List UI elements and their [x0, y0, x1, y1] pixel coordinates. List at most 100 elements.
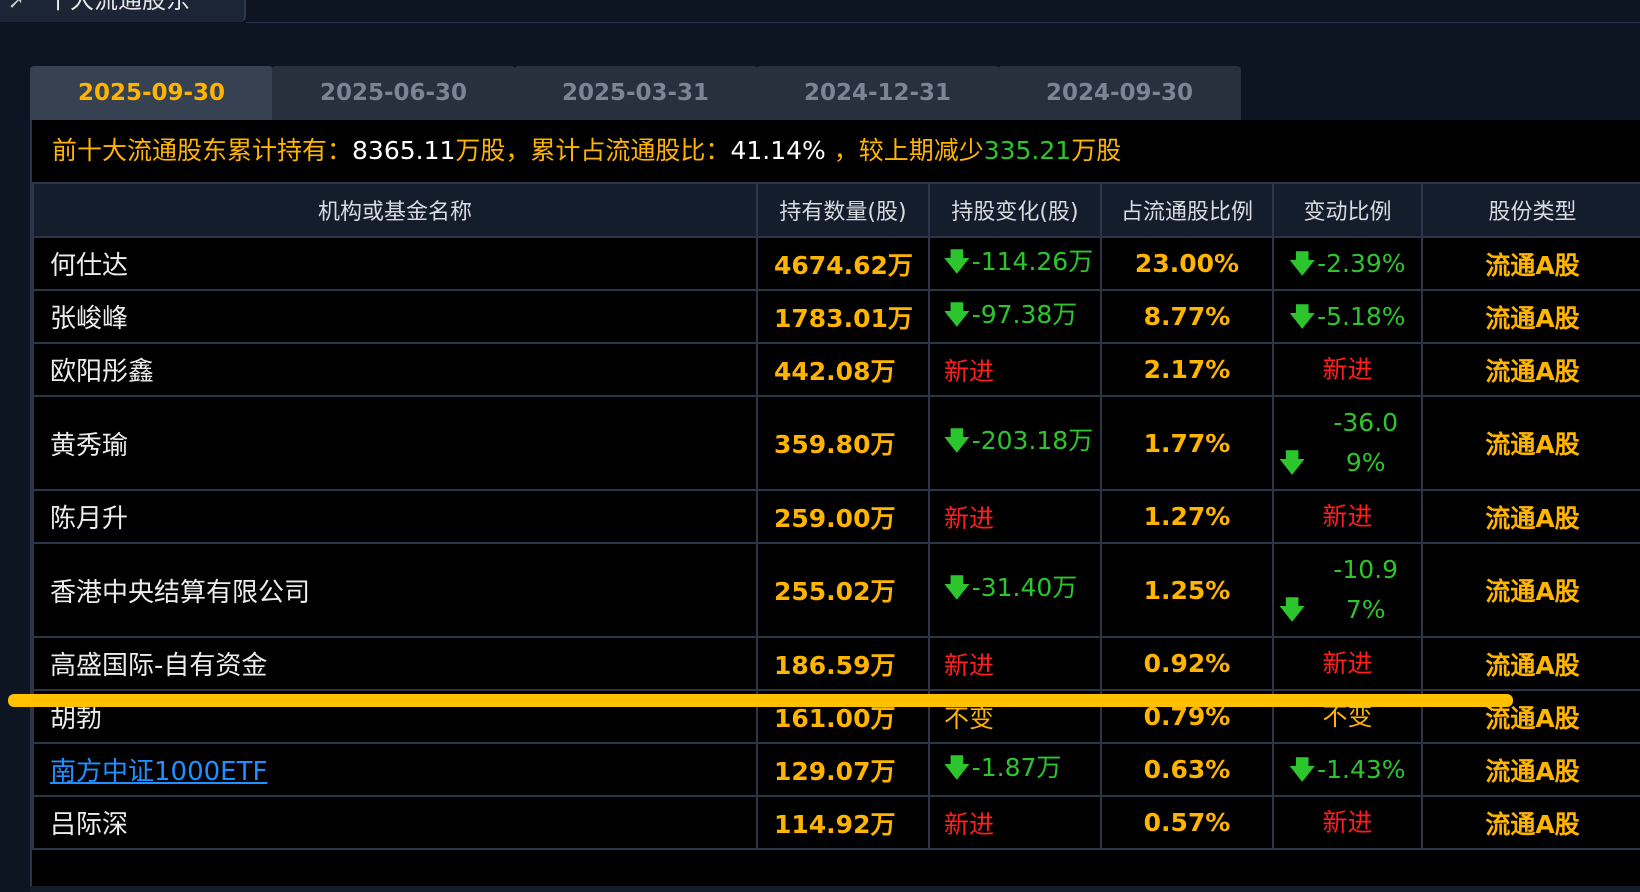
table-row: 何仕达 4674.62万 🡇-114.26万 23.00% 🡇-2.39% 流通…	[32, 236, 1640, 291]
arrow-down-icon: 🡇	[944, 299, 970, 329]
holding-change: 新进	[928, 795, 1102, 850]
holding-change: 新进	[928, 342, 1102, 397]
holder-name: 南方中证1000ETF	[32, 742, 758, 797]
arrow-down-icon: 🡇	[1289, 301, 1316, 331]
pct-value: -1.43%	[1317, 754, 1406, 784]
change-value: -114.26万	[971, 246, 1094, 276]
holder-name: 陈月升	[32, 489, 758, 544]
share-type: 流通A股	[1421, 289, 1640, 344]
change-value: -97.38万	[971, 299, 1078, 329]
table-row: 吕际深 114.92万 新进 0.57% 新进 流通A股	[32, 795, 1640, 850]
float-ratio: 1.27%	[1100, 489, 1274, 544]
share-type: 流通A股	[1421, 395, 1640, 491]
arrow-down-icon: 🡇	[1279, 595, 1314, 624]
change-pct: 🡇-2.39%	[1272, 236, 1423, 291]
holding-amount: 1783.01万	[756, 289, 930, 344]
tab-2024-09-30[interactable]: 2024-09-30	[998, 66, 1241, 120]
change-value: -1.87万	[971, 752, 1062, 782]
fund-link[interactable]: 南方中证1000ETF	[50, 757, 267, 787]
pct-value: -36.09%	[1333, 408, 1399, 477]
summary-label-total: 前十大流通股东累计持有：	[52, 136, 353, 165]
summary-unit: 万股	[455, 136, 506, 165]
holder-name: 黄秀瑜	[32, 395, 758, 491]
summary-total-value: 8365.11	[352, 136, 456, 165]
table-row: 欧阳彤鑫 442.08万 新进 2.17% 新进 流通A股	[32, 342, 1640, 397]
table-row: 南方中证1000ETF 129.07万 🡇-1.87万 0.63% 🡇-1.43…	[32, 742, 1640, 797]
arrow-down-icon: 🡇	[944, 246, 970, 276]
summary-change-unit: 万股	[1071, 136, 1122, 165]
change-pct: 🡇 -10.97%	[1272, 542, 1423, 638]
col-header-hold: 持有数量(股)	[756, 182, 930, 238]
pct-value: -5.18%	[1317, 301, 1406, 331]
float-ratio: 23.00%	[1100, 236, 1274, 291]
highlight-marker-line	[8, 694, 1513, 707]
holding-amount: 359.80万	[756, 395, 930, 491]
col-header-name: 机构或基金名称	[32, 182, 758, 238]
holding-amount: 442.08万	[756, 342, 930, 397]
tab-2025-09-30[interactable]: 2025-09-30	[30, 66, 273, 120]
table-row: 陈月升 259.00万 新进 1.27% 新进 流通A股	[32, 489, 1640, 544]
arrow-down-icon: 🡇	[944, 752, 970, 782]
float-ratio: 0.63%	[1100, 742, 1274, 797]
holding-amount: 186.59万	[756, 636, 930, 691]
col-header-change: 持股变化(股)	[928, 182, 1102, 238]
share-type: 流通A股	[1421, 795, 1640, 850]
col-header-pct: 变动比例	[1272, 182, 1423, 238]
arrow-down-icon: 🡇	[1289, 248, 1316, 278]
holding-amount: 255.02万	[756, 542, 930, 638]
shareholders-table: 机构或基金名称 持有数量(股) 持股变化(股) 占流通股比例 变动比例 股份类型…	[32, 182, 1640, 850]
panel-bottom-strip	[30, 886, 1640, 892]
holding-change: 🡇-1.87万	[928, 742, 1102, 797]
float-ratio: 1.25%	[1100, 542, 1274, 638]
shareholders-panel: 前十大流通股东累计持有：8365.11万股，累计占流通股比：41.14% ，较上…	[30, 120, 1640, 892]
holding-change: 🡇-114.26万	[928, 236, 1102, 291]
share-type: 流通A股	[1421, 342, 1640, 397]
change-pct: 🡇 -36.09%	[1272, 395, 1423, 491]
table-row: 香港中央结算有限公司 255.02万 🡇-31.40万 1.25% 🡇 -10.…	[32, 542, 1640, 638]
share-type: 流通A股	[1421, 542, 1640, 638]
tab-2025-06-30[interactable]: 2025-06-30	[272, 66, 515, 120]
arrow-down-icon: 🡇	[1289, 754, 1316, 784]
float-ratio: 8.77%	[1100, 289, 1274, 344]
share-type: 流通A股	[1421, 489, 1640, 544]
holder-name: 高盛国际-自有资金	[32, 636, 758, 691]
summary-line: 前十大流通股东累计持有：8365.11万股，累计占流通股比：41.14% ，较上…	[52, 120, 1121, 182]
share-type: 流通A股	[1421, 636, 1640, 691]
table-header-row: 机构或基金名称 持有数量(股) 持股变化(股) 占流通股比例 变动比例 股份类型	[32, 182, 1640, 238]
holding-change: 新进	[928, 489, 1102, 544]
table-row: 高盛国际-自有资金 186.59万 新进 0.92% 新进 流通A股	[32, 636, 1640, 691]
change-value: -203.18万	[971, 426, 1094, 455]
section-header: ➚ 十大流通股东	[0, 0, 246, 22]
arrow-down-icon: 🡇	[1279, 448, 1314, 477]
pct-value: -2.39%	[1317, 248, 1406, 278]
table-row: 黄秀瑜 359.80万 🡇-203.18万 1.77% 🡇 -36.09% 流通…	[32, 395, 1640, 491]
holder-name: 吕际深	[32, 795, 758, 850]
share-type: 流通A股	[1421, 236, 1640, 291]
holding-amount: 259.00万	[756, 489, 930, 544]
change-pct: 🡇-1.43%	[1272, 742, 1423, 797]
summary-label-change: ，较上期减少	[825, 136, 984, 165]
change-pct: 新进	[1272, 342, 1423, 397]
chevron-icon: ➚	[8, 0, 25, 13]
section-title: 十大流通股东	[46, 0, 190, 14]
tab-2025-03-31[interactable]: 2025-03-31	[514, 66, 757, 120]
change-value: -31.40万	[971, 573, 1078, 602]
holding-amount: 114.92万	[756, 795, 930, 850]
summary-change-value: 335.21	[983, 136, 1072, 165]
float-ratio: 2.17%	[1100, 342, 1274, 397]
float-ratio: 0.92%	[1100, 636, 1274, 691]
share-type: 流通A股	[1421, 742, 1640, 797]
col-header-ratio: 占流通股比例	[1100, 182, 1274, 238]
change-pct: 新进	[1272, 489, 1423, 544]
holder-name: 张峻峰	[32, 289, 758, 344]
change-pct: 新进	[1272, 636, 1423, 691]
col-header-type: 股份类型	[1421, 182, 1640, 238]
table-row: 张峻峰 1783.01万 🡇-97.38万 8.77% 🡇-5.18% 流通A股	[32, 289, 1640, 344]
change-pct: 🡇-5.18%	[1272, 289, 1423, 344]
tab-2024-12-31[interactable]: 2024-12-31	[756, 66, 999, 120]
arrow-down-icon: 🡇	[944, 573, 970, 602]
holder-name: 何仕达	[32, 236, 758, 291]
holding-change: 🡇-97.38万	[928, 289, 1102, 344]
change-pct: 新进	[1272, 795, 1423, 850]
holding-change: 🡇-31.40万	[928, 542, 1102, 638]
